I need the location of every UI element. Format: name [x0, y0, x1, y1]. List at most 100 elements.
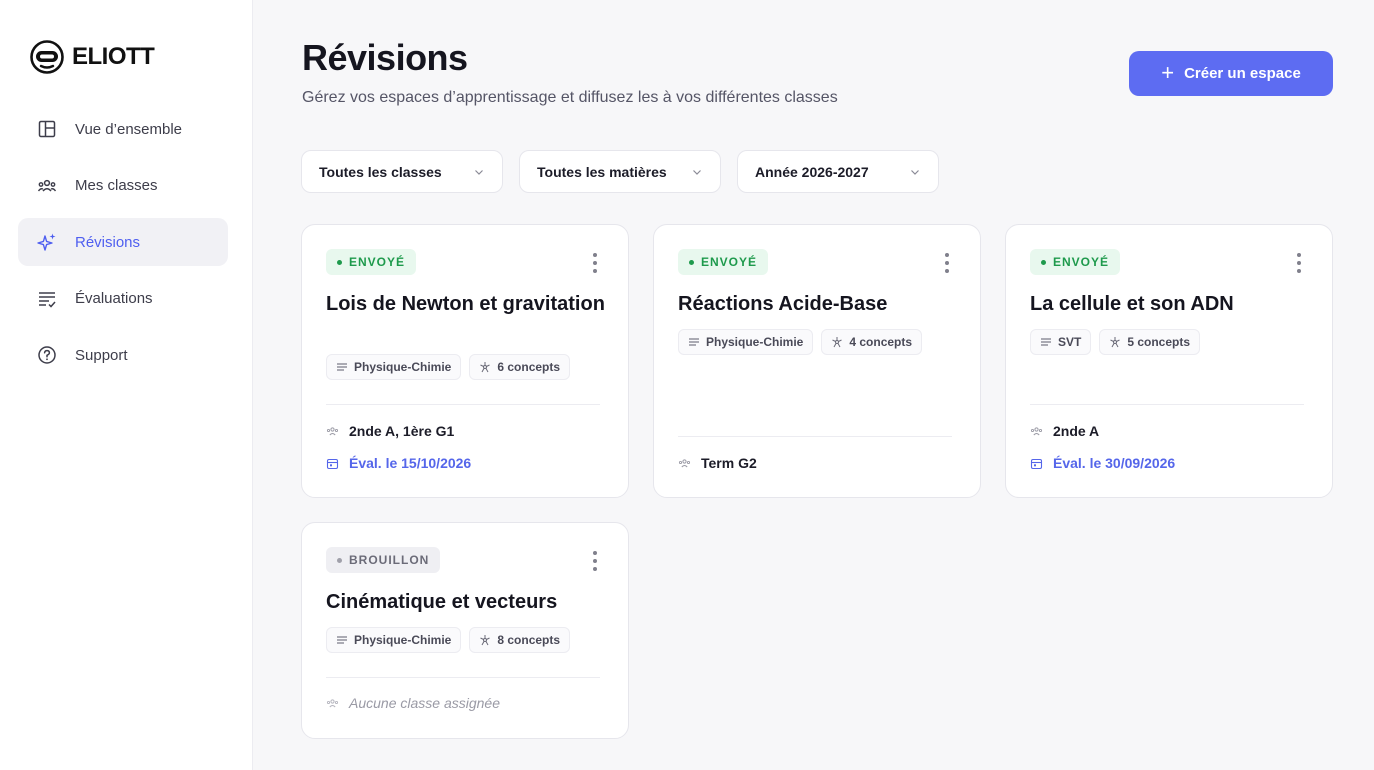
plus-icon: + — [1161, 59, 1175, 85]
card-tags: Physique-Chimie 8 concepts — [326, 627, 571, 653]
card-tags: Physique-Chimie 4 concepts — [678, 329, 923, 355]
concepts-tag: 5 concepts — [1099, 329, 1201, 355]
concepts-tag: 4 concepts — [821, 329, 923, 355]
year-filter-value: Année 2026-2027 — [755, 163, 869, 180]
card-title: Lois de Newton et gravitation — [326, 293, 605, 315]
card-divider — [326, 677, 600, 678]
network-icon — [832, 337, 843, 348]
card-divider — [326, 404, 600, 405]
subject-tag: SVT — [1030, 329, 1092, 355]
network-icon — [480, 362, 491, 373]
evaluation-date-label: Éval. le 15/10/2026 — [349, 455, 472, 471]
assigned-classes: Term G2 — [678, 455, 757, 471]
sidebar: ELIOTT Vue d’ensemble Mes classes Révisi… — [0, 0, 253, 770]
assigned-classes-label: Term G2 — [701, 455, 757, 471]
users-icon — [678, 458, 691, 467]
card-title: Cinématique et vecteurs — [326, 591, 558, 613]
users-icon — [36, 175, 58, 197]
subject-filter-value: Toutes les matières — [537, 163, 667, 180]
sparkles-icon — [36, 231, 58, 253]
subject-label: SVT — [1058, 335, 1082, 349]
sidebar-item-classes[interactable]: Mes classes — [18, 162, 228, 210]
robot-logo-icon — [30, 40, 64, 74]
lines-icon — [337, 636, 347, 644]
network-icon — [480, 635, 491, 646]
evaluation-date-label: Éval. le 30/09/2026 — [1053, 455, 1176, 471]
revision-card[interactable]: ENVOYÉ Lois de Newton et gravitation Phy… — [301, 224, 629, 498]
sidebar-item-support[interactable]: Support — [18, 331, 228, 379]
subject-filter-select[interactable]: Toutes les matières — [519, 150, 721, 193]
assigned-classes: 2nde A, 1ère G1 — [326, 423, 454, 439]
sidebar-item-evaluations[interactable]: Évaluations — [18, 275, 228, 323]
chevron-down-icon — [475, 169, 483, 175]
subject-tag: Physique-Chimie — [326, 627, 462, 653]
more-options-icon[interactable] — [944, 253, 950, 273]
more-options-icon[interactable] — [592, 253, 598, 273]
lines-icon — [689, 338, 699, 346]
assigned-classes-label: 2nde A — [1053, 423, 1100, 439]
layout-icon — [36, 118, 58, 140]
brand-logo[interactable]: ELIOTT — [30, 40, 155, 74]
subject-tag: Physique-Chimie — [678, 329, 814, 355]
concepts-label: 6 concepts — [497, 360, 561, 374]
card-divider — [678, 436, 952, 437]
revision-card[interactable]: ENVOYÉ Réactions Acide-Base Physique-Chi… — [653, 224, 981, 498]
chevron-down-icon — [693, 169, 701, 175]
sidebar-item-label: Évaluations — [75, 290, 153, 307]
year-filter-select[interactable]: Année 2026-2027 — [737, 150, 939, 193]
help-icon — [36, 344, 58, 366]
assigned-classes: Aucune classe assignée — [326, 695, 500, 711]
sidebar-item-revisions[interactable]: Révisions — [18, 218, 228, 266]
calendar-icon — [326, 458, 339, 469]
page-title: Révisions — [302, 37, 468, 78]
assigned-classes: 2nde A — [1030, 423, 1099, 439]
evaluation-date: Éval. le 15/10/2026 — [326, 455, 471, 471]
class-filter-value: Toutes les classes — [319, 163, 442, 180]
create-space-label: Créer un espace — [1184, 65, 1301, 82]
users-icon — [326, 426, 339, 435]
concepts-tag: 8 concepts — [469, 627, 571, 653]
assigned-classes-label: Aucune classe assignée — [349, 695, 500, 711]
card-divider — [1030, 404, 1304, 405]
revision-card[interactable]: ENVOYÉ La cellule et son ADN SVT 5 conce… — [1005, 224, 1333, 498]
subject-label: Physique-Chimie — [706, 335, 804, 349]
subject-label: Physique-Chimie — [354, 633, 452, 647]
revision-card[interactable]: BROUILLON Cinématique et vecteurs Physiq… — [301, 522, 629, 739]
calendar-icon — [1030, 458, 1043, 469]
page-subtitle: Gérez vos espaces d’apprentissage et dif… — [302, 89, 838, 106]
status-label: ENVOYÉ — [349, 255, 406, 269]
lines-icon — [337, 363, 347, 371]
evaluation-date: Éval. le 30/09/2026 — [1030, 455, 1175, 471]
lines-icon — [1041, 338, 1051, 346]
status-label: BROUILLON — [349, 553, 430, 567]
concepts-tag: 6 concepts — [469, 354, 571, 380]
concepts-label: 8 concepts — [497, 633, 561, 647]
more-options-icon[interactable] — [592, 551, 598, 571]
concepts-label: 5 concepts — [1127, 335, 1191, 349]
users-icon — [1030, 426, 1043, 435]
subject-label: Physique-Chimie — [354, 360, 452, 374]
status-label: ENVOYÉ — [701, 255, 758, 269]
status-badge: BROUILLON — [326, 547, 441, 573]
assigned-classes-label: 2nde A, 1ère G1 — [349, 423, 455, 439]
concepts-label: 4 concepts — [849, 335, 913, 349]
card-title: Réactions Acide-Base — [678, 293, 888, 315]
sidebar-item-label: Support — [75, 346, 128, 364]
create-space-button[interactable]: + Créer un espace — [1129, 51, 1333, 96]
sidebar-item-label: Révisions — [75, 233, 141, 251]
filters-bar: Toutes les classes Toutes les matières A… — [301, 150, 939, 193]
card-tags: Physique-Chimie 6 concepts — [326, 354, 571, 380]
brand-name: ELIOTT — [72, 43, 155, 70]
sidebar-item-label: Vue d’ensemble — [75, 120, 183, 138]
subject-tag: Physique-Chimie — [326, 354, 462, 380]
status-badge: ENVOYÉ — [326, 249, 417, 275]
card-title: La cellule et son ADN — [1030, 293, 1234, 315]
sidebar-nav: Vue d’ensemble Mes classes Révisions Éva… — [18, 105, 228, 388]
chevron-down-icon — [911, 169, 919, 175]
class-filter-select[interactable]: Toutes les classes — [301, 150, 503, 193]
sidebar-item-overview[interactable]: Vue d’ensemble — [18, 105, 228, 153]
sidebar-item-label: Mes classes — [75, 177, 158, 194]
network-icon — [1110, 337, 1121, 348]
more-options-icon[interactable] — [1296, 253, 1302, 273]
status-badge: ENVOYÉ — [678, 249, 769, 275]
